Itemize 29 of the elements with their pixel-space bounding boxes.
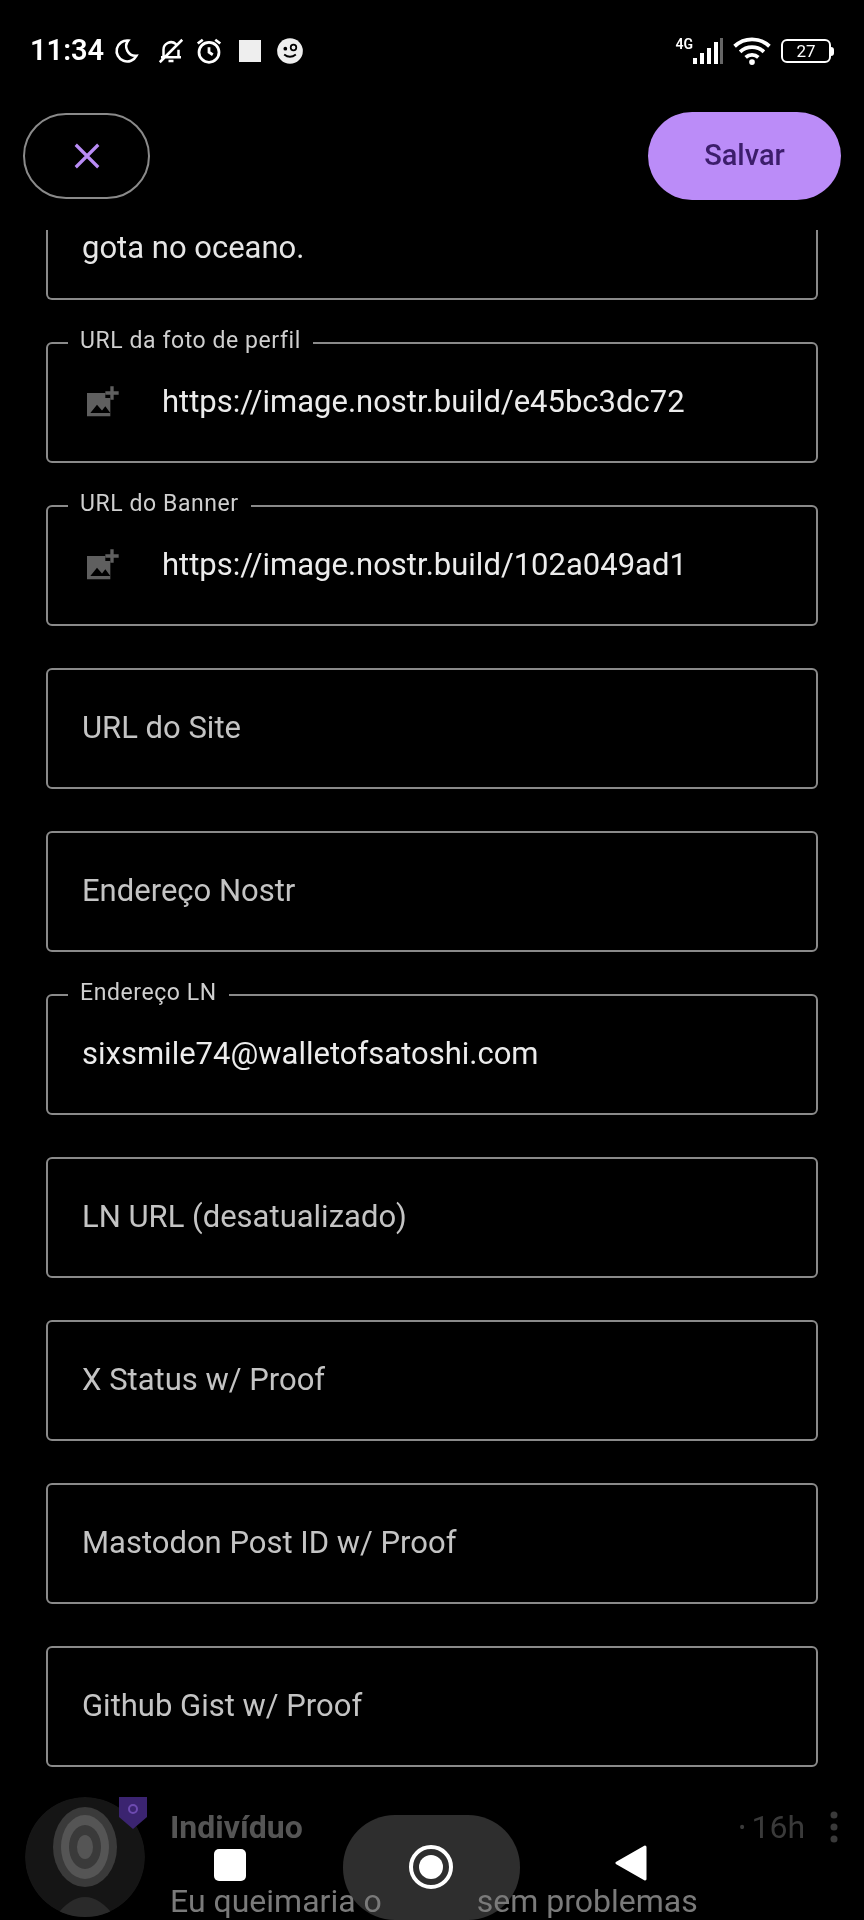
separator-dot: •	[738, 1814, 746, 1841]
post-time: 16h	[751, 1807, 805, 1848]
back-icon	[615, 1845, 647, 1881]
save-button[interactable]: Salvar	[648, 112, 841, 200]
moon-icon	[112, 37, 141, 65]
author-name: Indivíduo	[170, 1807, 303, 1848]
text-field[interactable]: X Status w/ Proof	[46, 1320, 818, 1441]
post-text: sem problemas	[476, 1885, 698, 1917]
text-field[interactable]: Github Gist w/ Proof	[46, 1646, 818, 1767]
battery-icon: 27	[781, 39, 834, 63]
face-icon	[276, 37, 305, 65]
more-icon	[829, 1811, 839, 1843]
clock: 11:34	[30, 32, 105, 70]
network-type: 4G	[675, 35, 693, 54]
text-field[interactable]: Mastodon Post ID w/ Proof	[46, 1483, 818, 1604]
close-button[interactable]	[23, 113, 150, 199]
home-icon	[408, 1844, 454, 1890]
wifi-icon	[733, 36, 771, 66]
field-label: Endereço LN	[68, 979, 229, 1007]
badge-icon	[119, 1797, 147, 1829]
post-text: Eu queimaria o	[170, 1885, 382, 1917]
square-icon	[238, 39, 263, 63]
text-field[interactable]: gota no oceano.	[46, 230, 818, 300]
text-field[interactable]: URL do Site	[46, 668, 818, 789]
recents-icon	[214, 1849, 246, 1881]
signal-icon	[693, 38, 723, 64]
text-field[interactable]: LN URL (desatualizado)	[46, 1157, 818, 1278]
text-field[interactable]: Endereço Nostr	[46, 831, 818, 952]
field-label: URL da foto de perfil	[68, 327, 313, 355]
